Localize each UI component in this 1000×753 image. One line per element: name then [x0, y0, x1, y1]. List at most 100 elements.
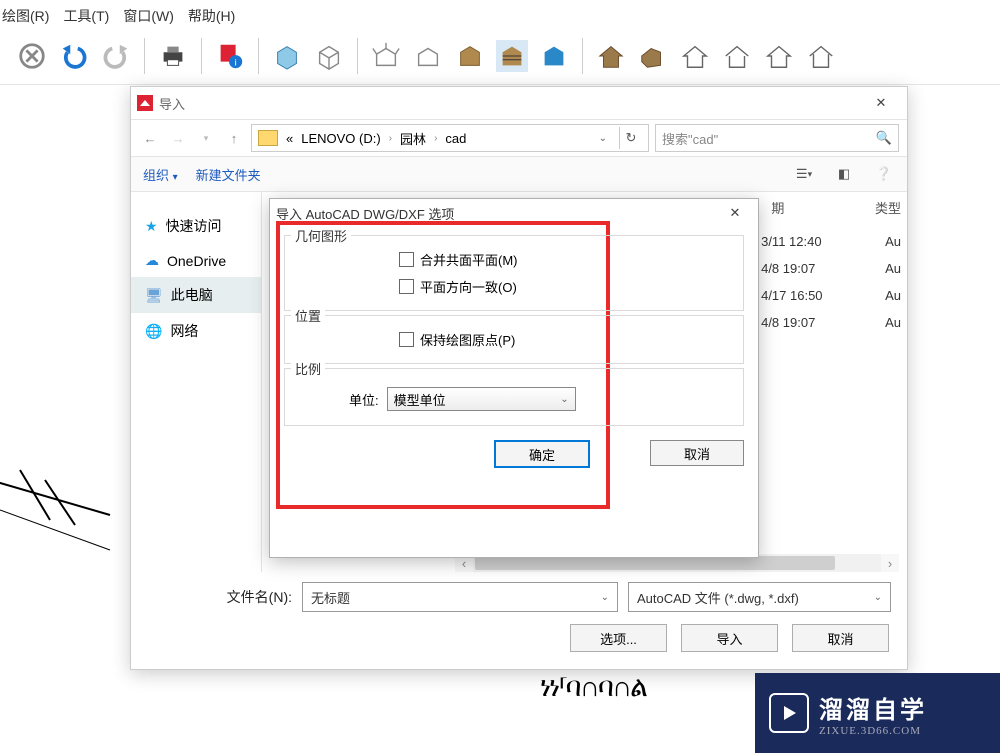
house-outline4-icon[interactable]: [805, 40, 837, 72]
chevron-down-icon[interactable]: ⌄: [601, 592, 609, 603]
checkbox-icon: [399, 332, 414, 347]
file-row[interactable]: 4/8 19:07Au: [761, 309, 901, 336]
solid-box2-icon[interactable]: [454, 40, 486, 72]
chevron-right-icon: ›: [389, 133, 392, 144]
onedrive-icon: ☁: [145, 252, 159, 269]
options-titlebar: 导入 AutoCAD DWG/DXF 选项 ✕: [270, 199, 758, 227]
crumb-folder1[interactable]: 园林: [400, 129, 426, 148]
crumb-prefix: «: [286, 131, 293, 146]
house-outline2-icon[interactable]: [721, 40, 753, 72]
import-button[interactable]: 导入: [681, 624, 778, 652]
menu-item-help[interactable]: 帮助(H): [188, 6, 235, 26]
group-position-legend: 位置: [291, 306, 325, 325]
checkbox-preserve-origin[interactable]: 保持绘图原点(P): [399, 330, 733, 349]
network-icon: 🌐: [145, 323, 162, 340]
file-rows: 3/11 12:40Au 4/8 19:07Au 4/17 16:50Au 4/…: [761, 228, 901, 336]
file-row[interactable]: 4/8 19:07Au: [761, 255, 901, 282]
sidebar-item-quickaccess[interactable]: ★快速访问: [131, 208, 261, 244]
view-mode-button[interactable]: ☰ ▾: [793, 163, 815, 185]
checkbox-icon: [399, 252, 414, 267]
folder-icon: [258, 130, 278, 146]
canvas-scribble: ነነ⸢ባ∩ባ∩ል: [540, 672, 646, 704]
import-close-button[interactable]: ✕: [861, 91, 901, 115]
options-close-button[interactable]: ✕: [718, 202, 752, 224]
blue-box-icon[interactable]: [538, 40, 570, 72]
nav-recent-dropdown[interactable]: ▾: [195, 127, 217, 149]
house-3d-icon[interactable]: [637, 40, 669, 72]
group-position: 位置 保持绘图原点(P): [284, 315, 744, 364]
solid-box-icon[interactable]: [271, 40, 303, 72]
import-footer: 文件名(N): 无标题⌄ AutoCAD 文件 (*.dwg, *.dxf)⌄ …: [131, 572, 907, 652]
column-type[interactable]: 类型: [875, 201, 901, 216]
redo-icon[interactable]: [100, 40, 132, 72]
refresh-button[interactable]: ↻: [619, 127, 642, 149]
menu-item-tools[interactable]: 工具(T): [63, 6, 109, 26]
striped-box-icon[interactable]: [496, 40, 528, 72]
nav-forward-button: →: [167, 127, 189, 149]
crumb-drive[interactable]: LENOVO (D:): [301, 131, 380, 146]
options-title: 导入 AutoCAD DWG/DXF 选项: [276, 204, 454, 223]
file-row[interactable]: 4/17 16:50Au: [761, 282, 901, 309]
filename-label: 文件名(N):: [147, 587, 292, 607]
crumb-folder2[interactable]: cad: [445, 131, 466, 146]
watermark: 溜溜自学 ZIXUE.3D66.COM: [755, 673, 1000, 753]
star-icon: ★: [145, 218, 158, 235]
chevron-down-icon[interactable]: ⌄: [874, 592, 882, 603]
import-titlebar: 导入 ✕: [131, 87, 907, 119]
file-row[interactable]: 3/11 12:40Au: [761, 228, 901, 255]
import-navbar: ← → ▾ ↑ « LENOVO (D:) › 园林 › cad ⌄ ↻ 搜索"…: [131, 119, 907, 157]
model-info-icon[interactable]: i: [214, 40, 246, 72]
nav-up-button[interactable]: ↑: [223, 127, 245, 149]
scroll-thumb[interactable]: [475, 556, 835, 570]
canvas-sketch-lines: [0, 460, 110, 560]
pc-icon: 🖥: [145, 287, 163, 304]
print-icon[interactable]: [157, 40, 189, 72]
cancel-button[interactable]: 取消: [792, 624, 889, 652]
sketchup-icon: [137, 95, 153, 111]
filename-input[interactable]: 无标题⌄: [302, 582, 618, 612]
help-icon[interactable]: ❔: [873, 163, 895, 185]
crumb-dropdown-icon[interactable]: ⌄: [599, 133, 607, 144]
import-toolbar-row: 组织 ▾ 新建文件夹 ☰ ▾ ◧ ❔: [131, 157, 907, 192]
menu-item-window[interactable]: 窗口(W): [123, 6, 174, 26]
breadcrumb[interactable]: « LENOVO (D:) › 园林 › cad ⌄ ↻: [251, 124, 649, 152]
svg-text:i: i: [235, 57, 237, 67]
import-sidebar: ★快速访问 ☁OneDrive 🖥此电脑 🌐网络: [131, 192, 262, 572]
unit-label: 单位:: [349, 390, 379, 409]
wire-box-icon[interactable]: [313, 40, 345, 72]
checkbox-orient-faces[interactable]: 平面方向一致(O): [399, 277, 733, 296]
filetype-select[interactable]: AutoCAD 文件 (*.dwg, *.dxf)⌄: [628, 582, 891, 612]
house-outline-icon[interactable]: [679, 40, 711, 72]
column-headers: 期 类型: [771, 198, 901, 217]
unit-select[interactable]: 模型单位⌄: [387, 387, 576, 411]
chevron-right-icon: ›: [434, 133, 437, 144]
new-folder-button[interactable]: 新建文件夹: [196, 165, 261, 184]
options-cancel-button[interactable]: 取消: [650, 440, 744, 466]
watermark-sub: ZIXUE.3D66.COM: [819, 725, 927, 737]
options-ok-button[interactable]: 确定: [494, 440, 590, 468]
undo-icon[interactable]: [58, 40, 90, 72]
group-scale: 比例 单位: 模型单位⌄: [284, 368, 744, 426]
sidebar-item-onedrive[interactable]: ☁OneDrive: [131, 244, 261, 277]
house-solid-icon[interactable]: [595, 40, 627, 72]
menu-item-draw[interactable]: 绘图(R): [2, 6, 49, 26]
checkbox-icon: [399, 279, 414, 294]
sidebar-item-thispc[interactable]: 🖥此电脑: [131, 277, 261, 313]
checkbox-merge-coplanar[interactable]: 合并共面平面(M): [399, 250, 733, 269]
preview-pane-button[interactable]: ◧: [833, 163, 855, 185]
open-box2-icon[interactable]: [412, 40, 444, 72]
import-options-modal: 导入 AutoCAD DWG/DXF 选项 ✕ 几何图形 合并共面平面(M) 平…: [269, 198, 759, 558]
search-input[interactable]: 搜索"cad" 🔍: [655, 124, 899, 152]
column-date[interactable]: 期: [771, 198, 871, 217]
cancel-icon[interactable]: [16, 40, 48, 72]
nav-back-button[interactable]: ←: [139, 127, 161, 149]
organize-menu[interactable]: 组织 ▾: [143, 165, 178, 184]
group-geometry-legend: 几何图形: [291, 226, 351, 245]
group-scale-legend: 比例: [291, 359, 325, 378]
sidebar-item-network[interactable]: 🌐网络: [131, 313, 261, 349]
group-geometry: 几何图形 合并共面平面(M) 平面方向一致(O): [284, 235, 744, 311]
house-outline3-icon[interactable]: [763, 40, 795, 72]
open-box-icon[interactable]: [370, 40, 402, 72]
options-button[interactable]: 选项...: [570, 624, 667, 652]
scroll-right-button[interactable]: ›: [881, 554, 899, 572]
